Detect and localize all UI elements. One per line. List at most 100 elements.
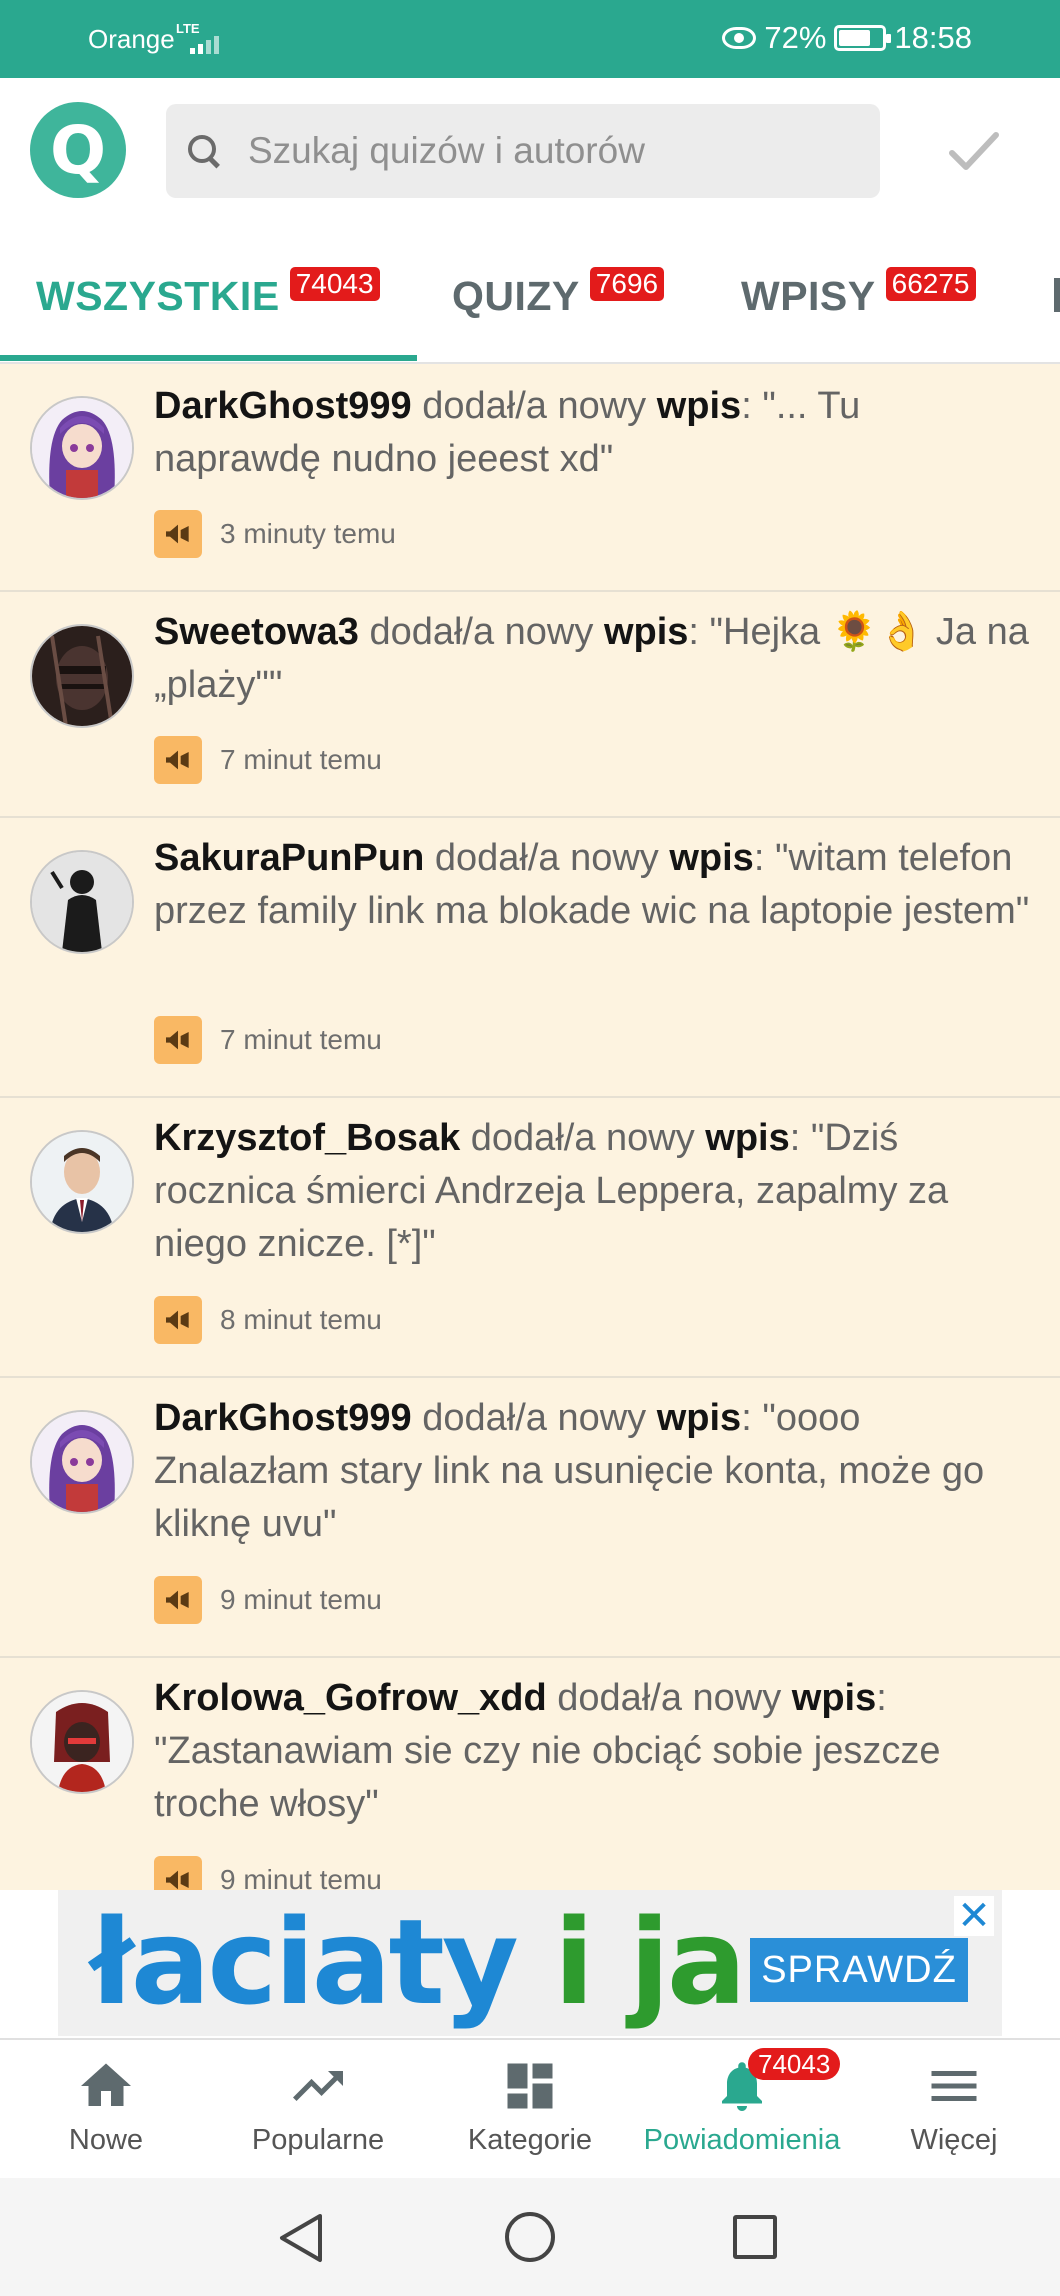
avatar[interactable] <box>30 1130 134 1234</box>
timestamp: 7 minut temu <box>220 744 382 775</box>
timestamp: 8 minut temu <box>220 1304 382 1335</box>
notification-count-badge: 74043 <box>748 2048 841 2080</box>
battery-icon <box>834 25 892 51</box>
next-tab-edge[interactable] <box>1054 278 1060 312</box>
post-type[interactable]: wpis <box>669 837 753 879</box>
notification-text: Sweetowa3 dodał/a nowy wpis: "Hejka 🌻👌 J… <box>154 611 1029 706</box>
action-text: dodał/a nowy <box>434 837 659 879</box>
avatar[interactable] <box>30 624 134 728</box>
tab-label: WPISY <box>741 272 876 319</box>
post-excerpt: "Zastanawiam sie czy nie obciąć sobie je… <box>154 1730 941 1825</box>
tab-label: WSZYSTKIE <box>36 272 280 319</box>
megaphone-icon <box>154 1296 202 1344</box>
close-icon[interactable]: ✕ <box>954 1896 994 1936</box>
status-bar: Orange LTE 72% 18:58 <box>0 0 1060 78</box>
notification-feed[interactable]: DarkGhost999 dodał/a nowy wpis: "... Tu … <box>0 364 1060 1890</box>
megaphone-icon <box>154 1856 202 1890</box>
timestamp: 9 minut temu <box>220 1584 382 1615</box>
avatar[interactable] <box>30 1690 134 1794</box>
system-navigation-bar <box>0 2178 1060 2296</box>
tab-label: QUIZY <box>452 272 580 319</box>
action-text: dodał/a nowy <box>422 1397 647 1439</box>
tab-quizzes[interactable]: QUIZY 7696 <box>452 228 665 364</box>
username-link[interactable]: DarkGhost999 <box>154 1397 412 1439</box>
nav-popular[interactable]: Popularne <box>212 2040 424 2180</box>
app-logo[interactable]: Q <box>30 102 126 198</box>
username-link[interactable]: DarkGhost999 <box>154 385 412 427</box>
post-type[interactable]: wpis <box>792 1677 876 1719</box>
filter-tabs: WSZYSTKIE 74043 QUIZY 7696 WPISY 66275 <box>0 228 1060 364</box>
mark-all-read-button[interactable] <box>946 123 1002 179</box>
username-link[interactable]: Sweetowa3 <box>154 611 359 653</box>
nav-categories[interactable]: Kategorie <box>424 2040 636 2180</box>
username-link[interactable]: Krzysztof_Bosak <box>154 1117 460 1159</box>
notification-text: DarkGhost999 dodał/a nowy wpis: "oooo Zn… <box>154 1397 985 1545</box>
username-link[interactable]: Krolowa_Gofrow_xdd <box>154 1677 547 1719</box>
bottom-navigation: Nowe Popularne Kategorie 74043 Powiadomi… <box>0 2038 1060 2178</box>
action-text: dodał/a nowy <box>422 385 647 427</box>
active-tab-indicator <box>0 355 417 361</box>
search-box[interactable] <box>166 104 880 198</box>
timestamp: 3 minuty temu <box>220 518 396 549</box>
eye-comfort-icon <box>722 27 757 49</box>
avatar[interactable] <box>30 850 134 954</box>
avatar[interactable] <box>30 396 134 500</box>
action-text: dodał/a nowy <box>557 1677 782 1719</box>
nav-label: Więcej <box>910 2124 998 2156</box>
battery-percent: 72% <box>764 20 827 55</box>
tab-count-badge: 7696 <box>589 267 665 301</box>
network-type: LTE <box>176 21 200 36</box>
notification-text: Krzysztof_Bosak dodał/a nowy wpis: "Dziś… <box>154 1117 949 1265</box>
ad-headline: łaciaty i ja <box>90 1893 746 2031</box>
tab-count-badge: 74043 <box>289 267 380 301</box>
back-icon[interactable] <box>276 2212 326 2264</box>
megaphone-icon <box>154 736 202 784</box>
post-type[interactable]: wpis <box>604 611 688 653</box>
nav-label: Popularne <box>251 2124 385 2156</box>
dashboard-icon <box>507 2063 553 2109</box>
post-type[interactable]: wpis <box>657 1397 741 1439</box>
nav-label: Powiadomienia <box>643 2124 841 2156</box>
nav-more[interactable]: Więcej <box>848 2040 1060 2180</box>
megaphone-icon <box>154 510 202 558</box>
search-input[interactable] <box>248 130 848 172</box>
ad-cta-button[interactable]: SPRAWDŹ <box>750 1938 968 2002</box>
post-type[interactable]: wpis <box>705 1117 789 1159</box>
checkmark-icon <box>949 132 999 170</box>
notification-text: SakuraPunPun dodał/a nowy wpis: "witam t… <box>154 837 1030 932</box>
trending-icon <box>293 2071 343 2101</box>
post-type[interactable]: wpis <box>657 385 741 427</box>
ad-banner[interactable]: łaciaty i ja SPRAWDŹ ✕ <box>58 1890 1002 2036</box>
username-link[interactable]: SakuraPunPun <box>154 837 424 879</box>
list-item[interactable]: DarkGhost999 dodał/a nowy wpis: "... Tu … <box>0 364 1060 592</box>
notification-text: Krolowa_Gofrow_xdd dodał/a nowy wpis: "Z… <box>154 1677 941 1825</box>
notification-text: DarkGhost999 dodał/a nowy wpis: "... Tu … <box>154 385 861 480</box>
top-bar: Q <box>0 78 1060 228</box>
action-text: dodał/a nowy <box>470 1117 695 1159</box>
action-text: dodał/a nowy <box>369 611 594 653</box>
home-icon <box>81 2063 131 2106</box>
nav-label: Nowe <box>68 2124 144 2156</box>
avatar[interactable] <box>30 1410 134 1514</box>
timestamp: 7 minut temu <box>220 1024 382 1055</box>
list-item[interactable]: DarkGhost999 dodał/a nowy wpis: "oooo Zn… <box>0 1378 1060 1658</box>
tab-all[interactable]: WSZYSTKIE 74043 <box>36 228 380 364</box>
search-icon <box>188 135 220 167</box>
nav-notifications[interactable]: 74043 Powiadomienia <box>636 2040 848 2180</box>
carrier-name: Orange <box>88 24 175 54</box>
list-item[interactable]: Krolowa_Gofrow_xdd dodał/a nowy wpis: "Z… <box>0 1658 1060 1890</box>
recent-apps-icon[interactable] <box>733 2215 777 2259</box>
megaphone-icon <box>154 1576 202 1624</box>
megaphone-icon <box>154 1016 202 1064</box>
timestamp: 9 minut temu <box>220 1864 382 1890</box>
clock: 18:58 <box>894 20 972 55</box>
list-item[interactable]: Krzysztof_Bosak dodał/a nowy wpis: "Dziś… <box>0 1098 1060 1378</box>
list-item[interactable]: Sweetowa3 dodał/a nowy wpis: "Hejka 🌻👌 J… <box>0 592 1060 818</box>
menu-icon <box>931 2071 977 2101</box>
tab-count-badge: 66275 <box>885 267 976 301</box>
list-item[interactable]: SakuraPunPun dodał/a nowy wpis: "witam t… <box>0 818 1060 1098</box>
home-button-icon[interactable] <box>505 2212 555 2262</box>
nav-new[interactable]: Nowe <box>0 2040 212 2180</box>
nav-label: Kategorie <box>467 2124 593 2156</box>
tab-posts[interactable]: WPISY 66275 <box>741 228 976 364</box>
